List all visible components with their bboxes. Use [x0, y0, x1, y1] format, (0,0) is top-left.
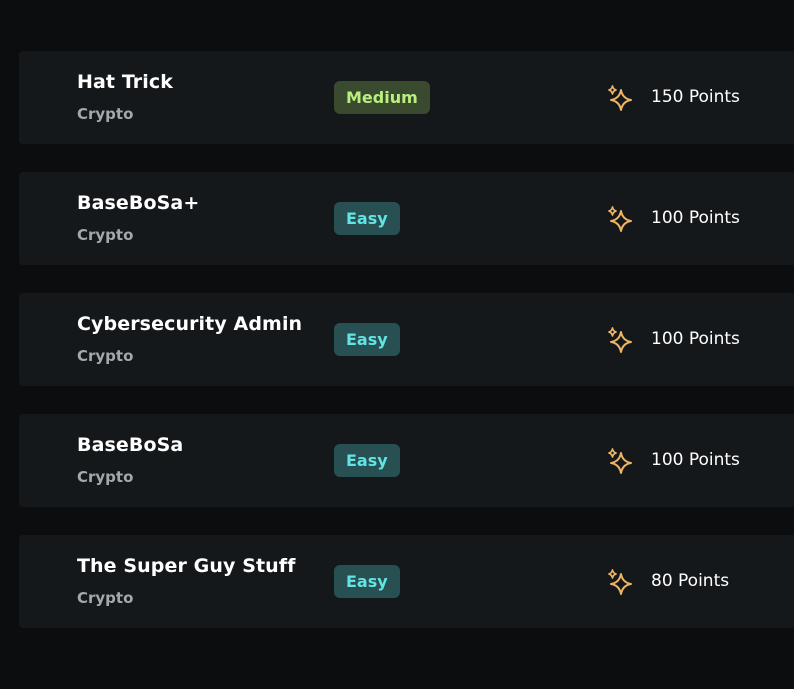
- sparkles-icon: [608, 327, 632, 353]
- challenge-title: BaseBoSa: [77, 434, 184, 456]
- challenge-category: Crypto: [77, 105, 134, 123]
- challenge-card-the-super-guy-stuff[interactable]: The Super Guy Stuff Crypto Easy 80 Point…: [19, 535, 794, 628]
- sparkles-icon: [608, 569, 632, 595]
- difficulty-badge: Medium: [334, 81, 430, 114]
- difficulty-badge: Easy: [334, 444, 400, 477]
- points-label: 100 Points: [651, 329, 740, 349]
- points-label: 150 Points: [651, 87, 740, 107]
- challenge-card-cybersecurity-admin[interactable]: Cybersecurity Admin Crypto Easy 100 Poin…: [19, 293, 794, 386]
- challenge-title: The Super Guy Stuff: [77, 555, 296, 577]
- points-label: 100 Points: [651, 450, 740, 470]
- points-label: 80 Points: [651, 571, 730, 591]
- sparkles-icon: [608, 448, 632, 474]
- points-label: 100 Points: [651, 208, 740, 228]
- challenge-card-basebosa[interactable]: BaseBoSa Crypto Easy 100 Points: [19, 414, 794, 507]
- challenge-category: Crypto: [77, 589, 134, 607]
- challenge-title: Cybersecurity Admin: [77, 313, 303, 335]
- difficulty-badge: Easy: [334, 565, 400, 598]
- challenge-title: Hat Trick: [77, 71, 173, 93]
- challenge-title: BaseBoSa+: [77, 192, 200, 214]
- challenge-list: Hat Trick Crypto Medium 150 Points BaseB…: [19, 51, 794, 656]
- sparkles-icon: [608, 85, 632, 111]
- challenge-card-hat-trick[interactable]: Hat Trick Crypto Medium 150 Points: [19, 51, 794, 144]
- sparkles-icon: [608, 206, 632, 232]
- challenge-category: Crypto: [77, 347, 134, 365]
- challenge-category: Crypto: [77, 468, 134, 486]
- challenge-category: Crypto: [77, 226, 134, 244]
- difficulty-badge: Easy: [334, 323, 400, 356]
- difficulty-badge: Easy: [334, 202, 400, 235]
- challenge-card-basebosa-plus[interactable]: BaseBoSa+ Crypto Easy 100 Points: [19, 172, 794, 265]
